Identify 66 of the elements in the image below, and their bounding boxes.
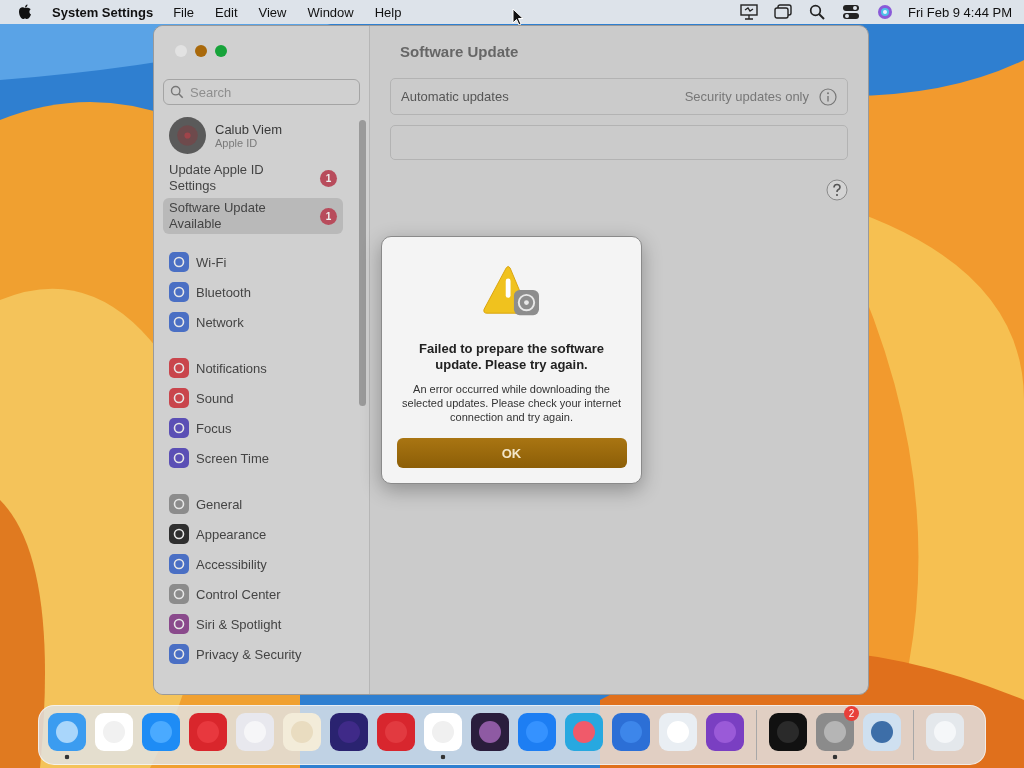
- pane-title: Software Update: [400, 43, 520, 60]
- menu-item[interactable]: Help: [374, 4, 402, 20]
- sidebar-item[interactable]: General: [163, 489, 359, 519]
- sidebar-label: Appearance: [196, 526, 267, 542]
- sidebar-item[interactable]: Siri & Spotlight: [163, 609, 359, 639]
- dialog-message: An error occurred while downloading the selected updates. Please check your internet connection and try again.: [401, 382, 622, 424]
- sidebar-item[interactable]: Accessibility: [163, 549, 359, 579]
- display-icon[interactable]: [739, 4, 758, 20]
- help-icon[interactable]: [826, 179, 848, 201]
- search-icon: [170, 85, 184, 99]
- clock[interactable]: Fri Feb 9 4:44 PM: [907, 4, 1012, 20]
- sidebar-item[interactable]: Appearance: [163, 519, 359, 549]
- sidebar-label: Accessibility: [196, 556, 267, 572]
- sidebar-item[interactable]: Bluetooth: [163, 277, 359, 307]
- sidebar-item[interactable]: Sound: [163, 383, 359, 413]
- account-subtitle: Apple ID: [215, 137, 259, 149]
- sidebar-label: General: [196, 496, 243, 512]
- alert-label: Update Apple ID Settings: [169, 162, 265, 194]
- search-field[interactable]: Search: [163, 79, 360, 105]
- info-icon[interactable]: [819, 87, 837, 106]
- sidebar-item[interactable]: Network: [163, 307, 359, 337]
- sidebar-item[interactable]: Screen Time: [163, 443, 359, 473]
- app-icon[interactable]: [768, 712, 808, 752]
- app-menu[interactable]: System Settings: [52, 4, 154, 20]
- minimize-button[interactable]: [195, 45, 207, 57]
- pointer-icon: [512, 8, 524, 26]
- sidebar-item[interactable]: Notifications: [163, 353, 359, 383]
- menu-item[interactable]: Window: [307, 4, 354, 20]
- sidebar-label: Siri & Spotlight: [196, 616, 282, 632]
- scrollbar[interactable]: [359, 120, 366, 406]
- search-icon[interactable]: [807, 4, 826, 20]
- sidebar-label: Notifications: [196, 360, 267, 376]
- account-name[interactable]: Calub Viem: [215, 122, 282, 137]
- apple-logo-icon[interactable]: [18, 4, 32, 20]
- count-badge: 1: [320, 169, 337, 187]
- alert-item[interactable]: Software Update Available 1: [163, 198, 343, 234]
- windows-icon[interactable]: [773, 4, 792, 20]
- sidebar-item[interactable]: Control Center: [163, 579, 359, 609]
- menu-item[interactable]: Edit: [215, 4, 238, 20]
- ok-button[interactable]: OK: [396, 438, 627, 468]
- menu-item[interactable]: View: [258, 4, 287, 20]
- sidebar-item[interactable]: Privacy & Security: [163, 639, 359, 669]
- menu-item[interactable]: File: [173, 4, 195, 20]
- alert-label: Software Update Available: [169, 200, 267, 232]
- alert-item[interactable]: Update Apple ID Settings 1: [163, 160, 343, 196]
- notification-badge: 2: [844, 706, 859, 721]
- setting-label: Automatic updates: [401, 89, 510, 104]
- sidebar-label: Network: [196, 314, 244, 330]
- siri-icon[interactable]: [875, 4, 894, 20]
- control-center-icon[interactable]: [841, 4, 860, 20]
- zoom-button[interactable]: [215, 45, 227, 57]
- sidebar-label: Wi-Fi: [196, 254, 227, 270]
- sidebar-item[interactable]: Wi-Fi: [163, 247, 359, 277]
- sidebar-label: Screen Time: [196, 450, 269, 466]
- count-badge: 1: [320, 207, 337, 225]
- sidebar-label: Focus: [196, 420, 232, 436]
- app-icon[interactable]: [329, 712, 369, 752]
- sidebar-item[interactable]: Focus: [163, 413, 359, 443]
- sidebar-label: Sound: [196, 390, 234, 406]
- dialog-title: Failed to prepare the software update. Please try again.: [418, 341, 605, 373]
- avatar[interactable]: [169, 117, 206, 154]
- sidebar-label: Bluetooth: [196, 284, 251, 300]
- sidebar-label: Control Center: [196, 586, 281, 602]
- app-icon[interactable]: [470, 712, 510, 752]
- setting-value: Security updates only: [684, 89, 809, 104]
- sidebar-label: Privacy & Security: [196, 646, 302, 662]
